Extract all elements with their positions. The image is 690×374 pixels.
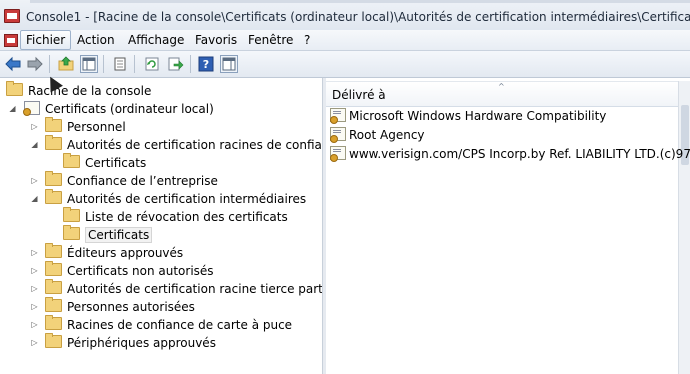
collapsed-arrow-icon[interactable]: ▷ (30, 172, 39, 190)
tree-item-label: Personnel (67, 120, 126, 134)
folder-icon (45, 243, 62, 258)
folder-icon (45, 315, 62, 330)
refresh-icon[interactable] (143, 55, 161, 73)
back-icon[interactable] (4, 55, 22, 73)
tree-item[interactable]: Liste de révocation des certificats (48, 207, 288, 226)
tree-item[interactable]: ▷ Autorités de certification racine tierc… (30, 279, 334, 298)
folder-icon (45, 279, 62, 294)
certificate-icon (330, 127, 346, 143)
collapsed-arrow-icon[interactable]: ▷ (30, 262, 39, 280)
collapsed-arrow-icon[interactable]: ▷ (30, 316, 39, 334)
tree-item[interactable]: Certificats (48, 153, 146, 172)
column-header-delivre-a[interactable]: ^ Délivré à (326, 81, 679, 107)
tree-item-label: Personnes autorisées (67, 300, 195, 314)
tree-item-label: Périphériques approuvés (67, 336, 216, 350)
collapsed-arrow-icon[interactable]: ▷ (30, 298, 39, 316)
menu-help[interactable]: ? (299, 31, 315, 49)
collapsed-arrow-icon[interactable]: ▷ (30, 280, 39, 298)
svg-text:?: ? (203, 58, 209, 71)
tree-item[interactable]: ▷ Certificats non autorisés (30, 261, 214, 280)
tree-item[interactable]: ◢ Autorités de certification intermédiair… (30, 189, 306, 208)
vertical-scrollbar[interactable] (678, 81, 690, 374)
tree-item-label: Certificats (85, 156, 147, 170)
tree-item-label: Éditeurs approuvés (67, 246, 184, 260)
show-hide-action-pane-icon[interactable] (220, 55, 238, 73)
tree-item[interactable]: ▷ Confiance de l’entreprise (30, 171, 218, 190)
menu-affichage[interactable]: Affichage (123, 31, 189, 49)
certificate-store-icon (23, 101, 40, 116)
toolbar-separator (49, 55, 50, 73)
folder-icon (45, 135, 62, 150)
folder-icon (63, 225, 80, 240)
tree-item[interactable]: ◢ Autorités de certification racines de c… (30, 135, 344, 154)
result-list: ^ Délivré à Microsoft Windows Hardware C… (326, 78, 690, 374)
tree-item[interactable]: ▷ Personnel (30, 117, 126, 136)
tree-item-label: Confiance de l’entreprise (67, 174, 218, 188)
folder-icon (45, 333, 62, 348)
tree-item[interactable]: ▷ Périphériques approuvés (30, 333, 216, 352)
help-icon[interactable]: ? (197, 55, 215, 73)
sort-ascending-icon: ^ (498, 82, 505, 91)
toolbar: ? (0, 51, 690, 78)
list-item-label: www.verisign.com/CPS Incorp.by Ref. LIAB… (349, 147, 690, 161)
expanded-arrow-icon[interactable]: ◢ (30, 190, 39, 208)
tree-item-label: Certificats non autorisés (67, 264, 214, 278)
show-hide-tree-icon[interactable] (80, 55, 98, 73)
copy-icon[interactable] (111, 55, 129, 73)
window-title: Console1 - [Racine de la console\Certifi… (26, 10, 690, 24)
tree-item-label: Autorités de certification racine tierce… (67, 282, 334, 296)
menu-fichier[interactable]: Fichier (20, 30, 72, 50)
tree-item-label: Liste de révocation des certificats (85, 210, 288, 224)
tree-item[interactable]: Certificats (48, 225, 153, 244)
mmc-app-icon (4, 9, 20, 23)
certificate-icon (330, 108, 346, 124)
tree-store[interactable]: ◢ Certificats (ordinateur local) (8, 100, 214, 118)
tree-item-label: Autorités de certification intermédiaire… (67, 192, 307, 206)
folder-icon (45, 117, 62, 132)
list-item[interactable]: Microsoft Windows Hardware Compatibility (330, 107, 606, 125)
collapsed-arrow-icon[interactable]: ▷ (30, 118, 39, 136)
menu-favoris[interactable]: Favoris (190, 31, 242, 49)
tree-item-label: Racines de confiance de carte à puce (67, 318, 293, 332)
tree-root[interactable]: Racine de la console (6, 81, 151, 100)
column-header-label: Délivré à (332, 88, 386, 102)
tree-item[interactable]: ▷ Racines de confiance de carte à puce (30, 315, 292, 334)
list-item[interactable]: www.verisign.com/CPS Incorp.by Ref. LIAB… (330, 145, 690, 163)
folder-icon (45, 189, 62, 204)
expanded-arrow-icon[interactable]: ◢ (8, 100, 17, 118)
folder-icon (45, 297, 62, 312)
list-item-label: Microsoft Windows Hardware Compatibility (349, 109, 607, 123)
window-title-bar: Console1 - [Racine de la console\Certifi… (0, 0, 690, 32)
menu-action[interactable]: Action (72, 31, 120, 49)
up-folder-icon[interactable] (57, 55, 75, 73)
folder-icon (6, 81, 23, 96)
folder-icon (45, 261, 62, 276)
folder-icon (63, 207, 80, 222)
expanded-arrow-icon[interactable]: ◢ (30, 136, 39, 154)
tree-item-label: Certificats (85, 227, 153, 243)
console-tree: Racine de la console ◢ Certificats (ordi… (0, 78, 344, 374)
folder-icon (63, 153, 80, 168)
tree-item-label: Autorités de certification racines de co… (67, 138, 344, 152)
tree-store-label: Certificats (ordinateur local) (45, 102, 214, 116)
menu-bar: Fichier Action Affichage Favoris Fenêtre… (0, 30, 690, 51)
collapsed-arrow-icon[interactable]: ▷ (30, 334, 39, 352)
system-menu-icon[interactable] (4, 34, 18, 47)
toolbar-separator (103, 55, 104, 73)
forward-icon[interactable] (26, 55, 44, 73)
list-item-label: Root Agency (349, 128, 425, 142)
tree-item[interactable]: ▷ Personnes autorisées (30, 297, 195, 316)
toolbar-separator (190, 55, 191, 73)
title-bar-strip (30, 0, 690, 3)
list-item[interactable]: Root Agency (330, 126, 425, 144)
toolbar-separator (134, 55, 135, 73)
collapsed-arrow-icon[interactable]: ▷ (30, 244, 39, 262)
tree-item[interactable]: ▷ Éditeurs approuvés (30, 243, 183, 262)
menu-fenetre[interactable]: Fenêtre (243, 31, 298, 49)
folder-icon (45, 171, 62, 186)
export-icon[interactable] (166, 55, 184, 73)
certificate-icon (330, 146, 346, 162)
